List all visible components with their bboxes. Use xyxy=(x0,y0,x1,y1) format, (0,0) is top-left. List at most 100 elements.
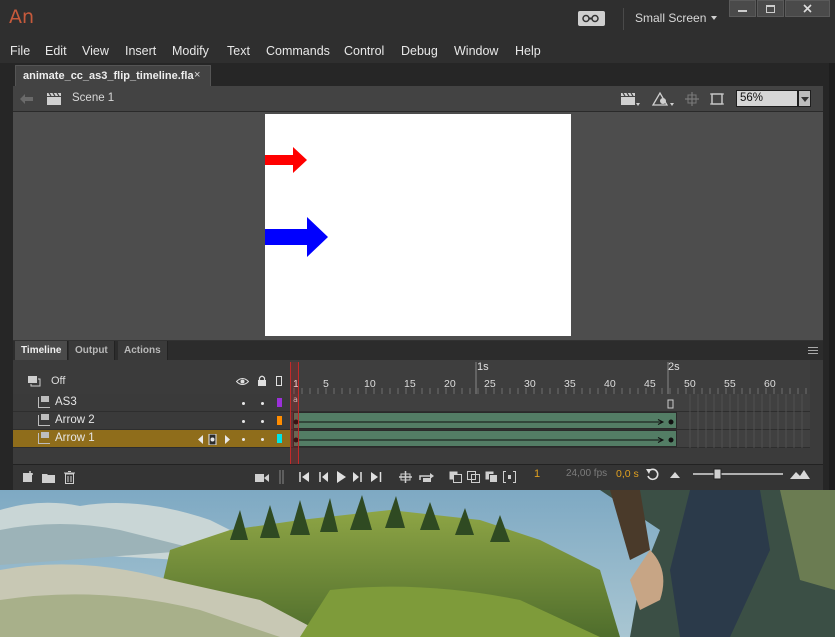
layer-color-swatch[interactable] xyxy=(277,398,282,407)
left-panel-edge xyxy=(0,86,13,490)
panel-menu-icon[interactable] xyxy=(808,347,818,354)
menu-insert[interactable]: Insert xyxy=(125,44,156,58)
camera-icon[interactable] xyxy=(255,473,269,483)
layer-depth-label[interactable]: Off xyxy=(51,375,65,387)
layer-icon xyxy=(38,432,50,444)
scene-label[interactable]: Scene 1 xyxy=(72,92,114,104)
layer-color-swatch[interactable] xyxy=(277,416,282,425)
visibility-dot[interactable] xyxy=(242,420,245,423)
right-scroll-edge xyxy=(829,63,835,490)
new-layer-icon[interactable] xyxy=(22,471,35,484)
layer-row-as3[interactable]: AS3 xyxy=(13,394,290,412)
frame-rate-value[interactable]: 24,00 fps xyxy=(566,468,607,479)
visibility-dot[interactable] xyxy=(242,438,245,441)
panel-grip-icon[interactable] xyxy=(279,470,285,484)
lock-icon[interactable] xyxy=(257,375,267,387)
minimize-button[interactable] xyxy=(729,0,756,17)
tab-output[interactable]: Output xyxy=(69,341,115,360)
delete-icon[interactable] xyxy=(64,471,75,484)
layer-depth-icon[interactable] xyxy=(27,375,41,387)
zoom-input[interactable]: 56% xyxy=(736,90,798,107)
zoom-dropdown-button[interactable] xyxy=(798,90,811,107)
frame-number: 15 xyxy=(404,378,416,390)
panel-tab-bar: Timeline Output Actions xyxy=(13,341,823,360)
layer-name: Arrow 2 xyxy=(55,414,95,426)
lock-dot[interactable] xyxy=(261,420,264,423)
modify-onion-markers-icon[interactable] xyxy=(503,471,516,483)
menu-window[interactable]: Window xyxy=(454,44,498,58)
current-frame-value[interactable]: 1 xyxy=(534,468,540,480)
tab-timeline[interactable]: Timeline xyxy=(15,341,69,360)
layer-color-swatch[interactable] xyxy=(277,434,282,443)
menu-help[interactable]: Help xyxy=(515,44,541,58)
maximize-icon xyxy=(766,4,775,13)
second-marker-1s: 1s xyxy=(477,361,489,373)
outline-icon[interactable] xyxy=(276,376,282,386)
stage[interactable] xyxy=(265,114,571,336)
zoom-out-frames-icon[interactable] xyxy=(670,472,680,478)
close-window-button[interactable] xyxy=(785,0,830,17)
document-tab-bar: animate_cc_as3_flip_timeline.fla × xyxy=(0,63,835,86)
keyframe-nav-icon[interactable] xyxy=(198,434,230,445)
menu-edit[interactable]: Edit xyxy=(45,44,67,58)
menu-bar: File Edit View Insert Modify Text Comman… xyxy=(0,38,835,63)
zoom-in-frames-icon[interactable] xyxy=(790,469,810,479)
edit-multiple-frames-icon[interactable] xyxy=(485,471,498,483)
layer-row-arrow-1[interactable]: Arrow 1 xyxy=(13,430,290,448)
frame-number: 45 xyxy=(644,378,656,390)
tab-actions[interactable]: Actions xyxy=(118,341,168,360)
frame-grid: a xyxy=(293,394,803,412)
workspace-switcher[interactable]: Small Screen xyxy=(635,11,706,25)
frame-size-slider[interactable] xyxy=(689,467,785,481)
titlebar-separator xyxy=(623,8,624,30)
clip-to-stage-icon[interactable] xyxy=(710,92,724,106)
previous-frame-icon[interactable] xyxy=(317,472,328,482)
lock-dot[interactable] xyxy=(261,438,264,441)
maximize-button[interactable] xyxy=(757,0,784,17)
close-tab-icon[interactable]: × xyxy=(194,69,200,81)
menu-file[interactable]: File xyxy=(10,44,30,58)
eye-icon[interactable] xyxy=(236,377,249,386)
new-folder-icon[interactable] xyxy=(42,472,55,483)
layer-name: Arrow 1 xyxy=(55,432,95,444)
blue-arrow[interactable] xyxy=(265,217,328,257)
sync-settings-button[interactable] xyxy=(578,11,605,26)
chevron-down-icon[interactable] xyxy=(711,16,717,20)
onion-skin-outlines-icon[interactable] xyxy=(467,471,480,483)
red-arrow[interactable] xyxy=(265,147,307,173)
menu-commands[interactable]: Commands xyxy=(266,44,330,58)
frames-arrow-2[interactable] xyxy=(290,412,810,430)
layer-name: AS3 xyxy=(55,396,77,408)
back-arrow-icon[interactable] xyxy=(20,94,33,104)
edit-bar: Scene 1 56% xyxy=(13,86,823,112)
edit-symbols-icon[interactable] xyxy=(651,91,675,107)
menu-view[interactable]: View xyxy=(82,44,109,58)
first-frame-icon[interactable] xyxy=(299,472,310,482)
menu-modify[interactable]: Modify xyxy=(172,44,209,58)
play-icon[interactable] xyxy=(336,471,346,483)
frame-number: 50 xyxy=(684,378,696,390)
minimize-icon xyxy=(738,9,747,12)
center-frame-icon[interactable] xyxy=(399,471,412,483)
loop-icon[interactable] xyxy=(419,471,434,483)
onion-skin-icon[interactable] xyxy=(449,471,462,483)
menu-text[interactable]: Text xyxy=(227,44,250,58)
frames-as3[interactable]: a xyxy=(290,394,810,412)
layer-row-arrow-2[interactable]: Arrow 2 xyxy=(13,412,290,430)
scene-clapper-icon xyxy=(47,92,61,105)
edit-scene-icon[interactable] xyxy=(620,91,640,107)
next-frame-icon[interactable] xyxy=(353,472,364,482)
document-tab[interactable]: animate_cc_as3_flip_timeline.fla × xyxy=(15,65,211,86)
sync-icon xyxy=(582,14,599,23)
lock-dot[interactable] xyxy=(261,402,264,405)
menu-debug[interactable]: Debug xyxy=(401,44,438,58)
undo-icon[interactable] xyxy=(646,467,660,481)
last-frame-icon[interactable] xyxy=(371,472,382,482)
frame-number: 40 xyxy=(604,378,616,390)
frames-arrow-1[interactable] xyxy=(290,430,810,448)
visibility-dot[interactable] xyxy=(242,402,245,405)
frame-number: 35 xyxy=(564,378,576,390)
snap-to-center-icon[interactable] xyxy=(685,92,699,106)
playhead[interactable] xyxy=(290,362,299,464)
menu-control[interactable]: Control xyxy=(344,44,384,58)
